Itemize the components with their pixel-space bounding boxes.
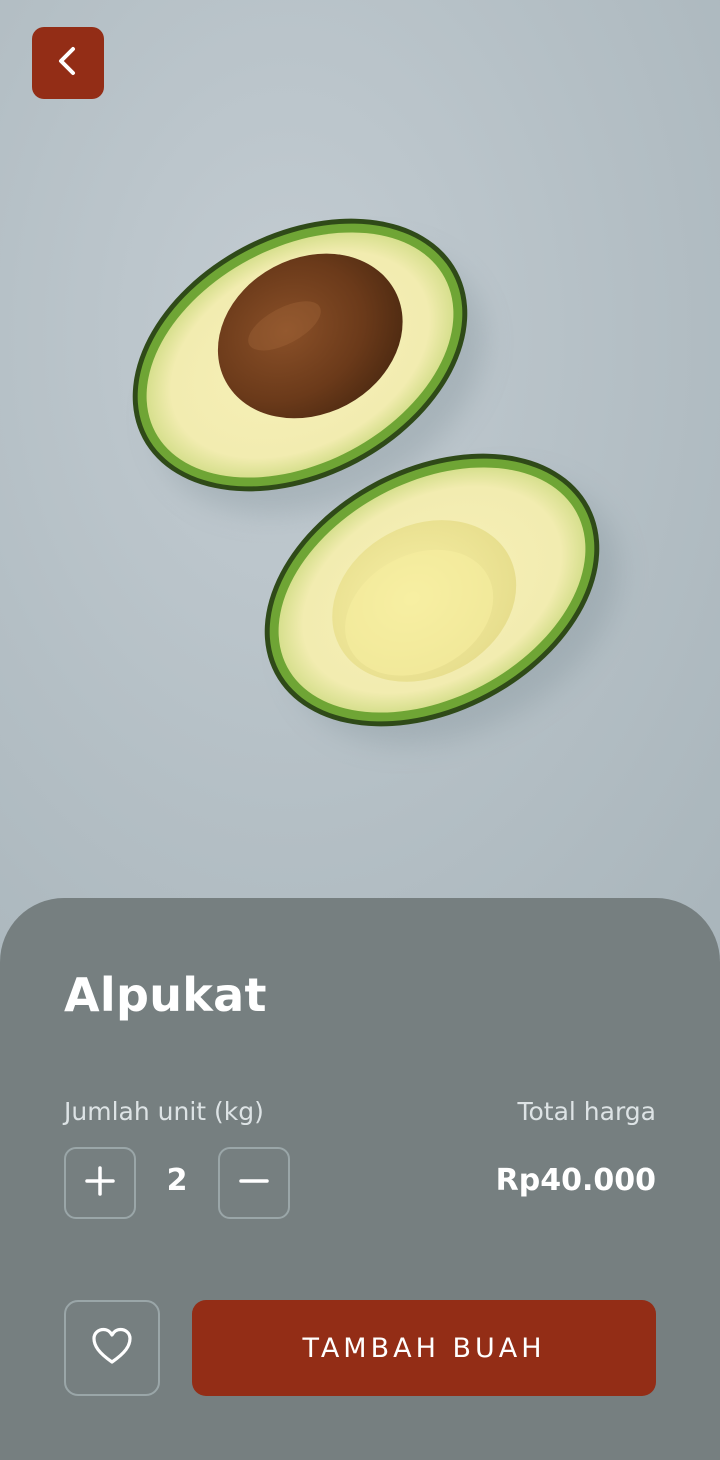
quantity-label: Jumlah unit (kg) — [64, 1097, 264, 1126]
plus-icon — [85, 1166, 115, 1200]
chevron-left-icon — [51, 44, 85, 82]
add-fruit-button-label: TAMBAH BUAH — [302, 1332, 546, 1364]
quantity-value: 2 — [166, 1163, 188, 1198]
total-price-label: Total harga — [517, 1097, 656, 1126]
decrement-button[interactable] — [218, 1147, 290, 1219]
minus-icon — [239, 1166, 269, 1200]
avocado-image — [132, 218, 620, 745]
back-button[interactable] — [32, 27, 104, 99]
heart-outline-icon — [91, 1327, 133, 1369]
product-image — [0, 0, 720, 960]
add-fruit-button[interactable]: TAMBAH BUAH — [192, 1300, 656, 1396]
total-price-value: Rp40.000 — [495, 1163, 656, 1198]
product-title: Alpukat — [64, 968, 267, 1022]
favorite-button[interactable] — [64, 1300, 160, 1396]
increment-button[interactable] — [64, 1147, 136, 1219]
